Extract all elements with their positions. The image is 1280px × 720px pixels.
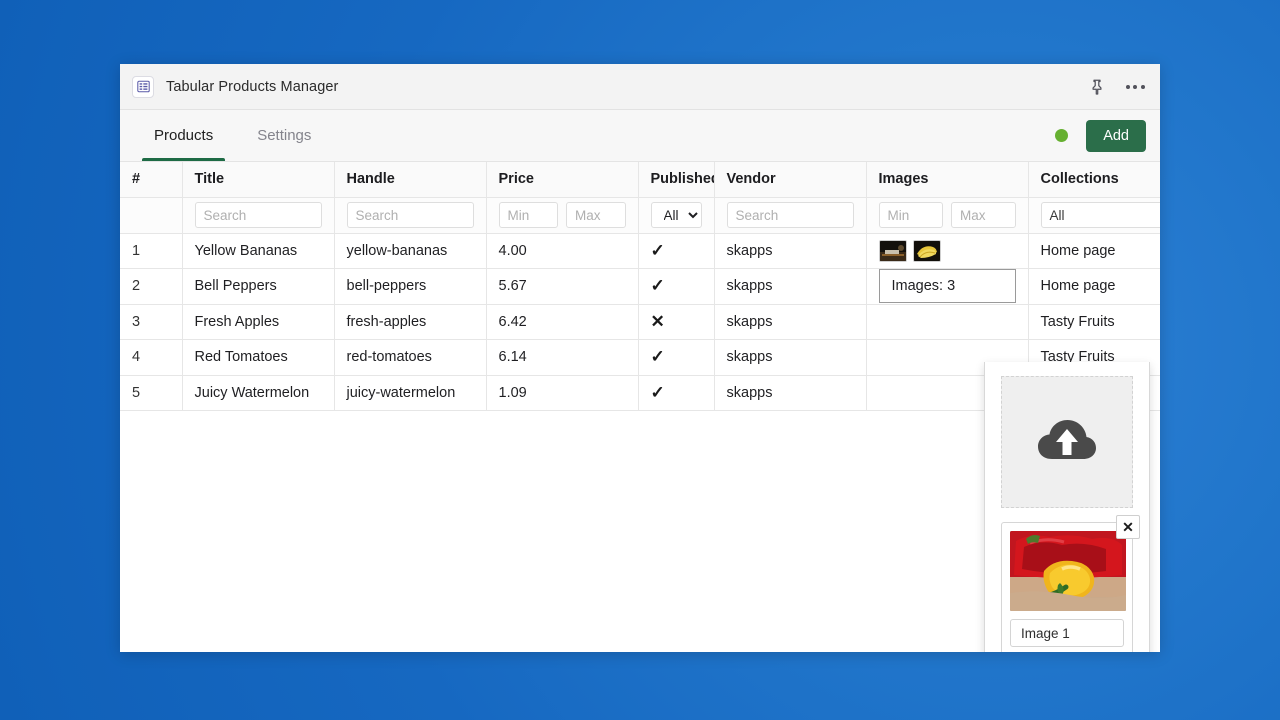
published-cross-icon: ✕ [651, 312, 665, 331]
cell-title[interactable]: Red Tomatoes [182, 340, 334, 376]
image-thumbnail[interactable] [913, 240, 941, 262]
table-grid-icon [132, 76, 154, 98]
cell-images-active[interactable]: Images: 3 [866, 269, 1028, 305]
cell-num: 3 [120, 304, 182, 340]
cell-collections[interactable]: Home page [1028, 233, 1160, 269]
vendor-search-input[interactable] [727, 202, 854, 228]
filter-cell-title [182, 197, 334, 233]
cell-handle[interactable]: bell-peppers [334, 269, 486, 305]
filter-cell-images [866, 197, 1028, 233]
tab-list: Products Settings [120, 110, 333, 161]
cell-vendor[interactable]: skapps [714, 233, 866, 269]
image-card: ✕ Image [1001, 522, 1133, 652]
filter-cell-vendor [714, 197, 866, 233]
cell-vendor[interactable]: skapps [714, 269, 866, 305]
cell-handle[interactable]: juicy-watermelon [334, 375, 486, 411]
filter-cell-price [486, 197, 638, 233]
filter-cell-num [120, 197, 182, 233]
cell-published[interactable]: ✕ [638, 304, 714, 340]
cell-title[interactable]: Fresh Apples [182, 304, 334, 340]
cell-price[interactable]: 1.09 [486, 375, 638, 411]
cell-published[interactable]: ✓ [638, 269, 714, 305]
image-thumbnail-list [879, 240, 1016, 262]
image-preview[interactable] [1010, 531, 1126, 611]
images-max-input[interactable] [951, 202, 1016, 228]
column-header-title[interactable]: Title [182, 162, 334, 197]
cell-num: 5 [120, 375, 182, 411]
cell-images[interactable] [866, 233, 1028, 269]
cell-num: 2 [120, 269, 182, 305]
images-min-input[interactable] [879, 202, 944, 228]
image-thumbnail[interactable] [879, 240, 907, 262]
published-filter-select[interactable]: All [651, 202, 702, 228]
cloud-upload-icon [1036, 415, 1098, 470]
title-bar: Tabular Products Manager [120, 64, 1160, 110]
column-header-price[interactable]: Price [486, 162, 638, 197]
title-search-input[interactable] [195, 202, 322, 228]
images-count-editor[interactable]: Images: 3 [879, 269, 1016, 303]
handle-search-input[interactable] [347, 202, 474, 228]
cell-price[interactable]: 5.67 [486, 269, 638, 305]
cell-vendor[interactable]: skapps [714, 375, 866, 411]
window-title: Tabular Products Manager [166, 79, 1086, 95]
title-bar-actions [1086, 76, 1146, 98]
image-caption-input[interactable]: Image 1 [1010, 619, 1124, 647]
tab-strip: Products Settings Add [120, 110, 1160, 162]
cell-title[interactable]: Juicy Watermelon [182, 375, 334, 411]
cell-collections[interactable]: Tasty Fruits [1028, 304, 1160, 340]
cell-title[interactable]: Bell Peppers [182, 269, 334, 305]
cell-published[interactable]: ✓ [638, 340, 714, 376]
price-max-input[interactable] [566, 202, 626, 228]
cell-images[interactable] [866, 304, 1028, 340]
table-row[interactable]: 2 Bell Peppers bell-peppers 5.67 ✓ skapp… [120, 269, 1160, 305]
cell-vendor[interactable]: skapps [714, 340, 866, 376]
more-options-icon[interactable] [1124, 76, 1146, 98]
cell-handle[interactable]: yellow-bananas [334, 233, 486, 269]
add-button[interactable]: Add [1086, 120, 1146, 152]
column-header-handle[interactable]: Handle [334, 162, 486, 197]
cell-handle[interactable]: fresh-apples [334, 304, 486, 340]
cell-title[interactable]: Yellow Bananas [182, 233, 334, 269]
column-header-images[interactable]: Images [866, 162, 1028, 197]
table-row[interactable]: 3 Fresh Apples fresh-apples 6.42 ✕ skapp… [120, 304, 1160, 340]
published-check-icon: ✓ [651, 347, 665, 366]
column-header-published[interactable]: Published [638, 162, 714, 197]
filter-row: All All [120, 197, 1160, 233]
filter-cell-handle [334, 197, 486, 233]
toolbar-actions: Add [1055, 110, 1146, 161]
cell-collections[interactable]: Home page [1028, 269, 1160, 305]
cell-vendor[interactable]: skapps [714, 304, 866, 340]
filter-cell-published: All [638, 197, 714, 233]
column-header-num[interactable]: # [120, 162, 182, 197]
column-header-vendor[interactable]: Vendor [714, 162, 866, 197]
cell-price[interactable]: 4.00 [486, 233, 638, 269]
published-check-icon: ✓ [651, 383, 665, 402]
close-icon[interactable]: ✕ [1116, 515, 1140, 539]
tab-products[interactable]: Products [132, 110, 235, 161]
cell-handle[interactable]: red-tomatoes [334, 340, 486, 376]
table-header: # Title Handle Price Published Vendor Im… [120, 162, 1160, 197]
status-indicator-dot [1055, 129, 1068, 142]
image-dropzone[interactable] [1001, 376, 1133, 508]
published-check-icon: ✓ [651, 276, 665, 295]
cell-num: 1 [120, 233, 182, 269]
column-header-collections[interactable]: Collections [1028, 162, 1160, 197]
images-editor-panel: ✕ Image [984, 362, 1150, 652]
pin-icon[interactable] [1086, 76, 1108, 98]
filter-cell-collections: All [1028, 197, 1160, 233]
collections-filter-select[interactable]: All [1041, 202, 1161, 228]
table-header-row: # Title Handle Price Published Vendor Im… [120, 162, 1160, 197]
tab-settings-label: Settings [257, 127, 311, 144]
cell-published[interactable]: ✓ [638, 233, 714, 269]
tab-products-label: Products [154, 127, 213, 144]
cell-num: 4 [120, 340, 182, 376]
app-window: Tabular Products Manager Products Settin… [120, 64, 1160, 652]
price-min-input[interactable] [499, 202, 559, 228]
cell-price[interactable]: 6.42 [486, 304, 638, 340]
table-row[interactable]: 1 Yellow Bananas yellow-bananas 4.00 ✓ s… [120, 233, 1160, 269]
cell-price[interactable]: 6.14 [486, 340, 638, 376]
cell-published[interactable]: ✓ [638, 375, 714, 411]
tab-settings[interactable]: Settings [235, 110, 333, 161]
published-check-icon: ✓ [651, 241, 665, 260]
